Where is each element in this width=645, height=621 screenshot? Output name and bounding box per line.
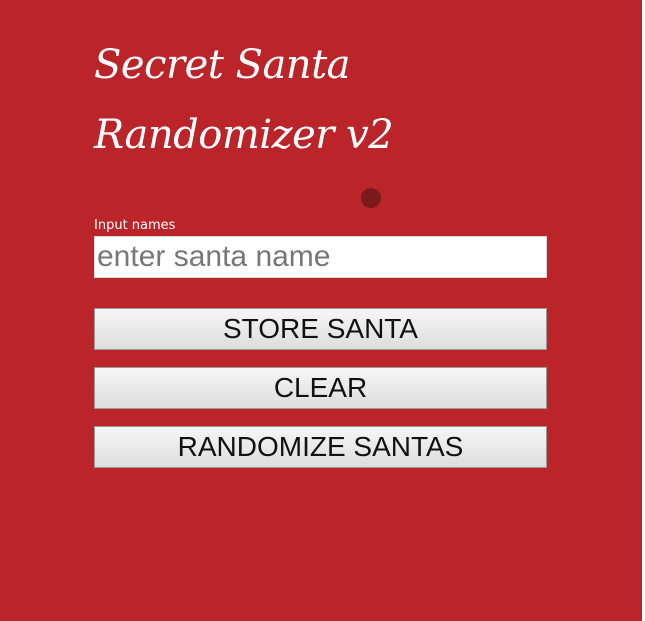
input-names-label: Input names bbox=[94, 218, 176, 233]
clear-button[interactable]: CLEAR bbox=[94, 367, 547, 409]
store-santa-button[interactable]: STORE SANTA bbox=[94, 308, 547, 350]
app-panel: Secret Santa Randomizer v2 Input names S… bbox=[0, 0, 642, 621]
page-title: Secret Santa Randomizer v2 bbox=[94, 42, 394, 158]
randomize-santas-button[interactable]: RANDOMIZE SANTAS bbox=[94, 426, 547, 468]
santa-name-input[interactable] bbox=[94, 236, 547, 278]
status-indicator-dot bbox=[361, 188, 381, 208]
